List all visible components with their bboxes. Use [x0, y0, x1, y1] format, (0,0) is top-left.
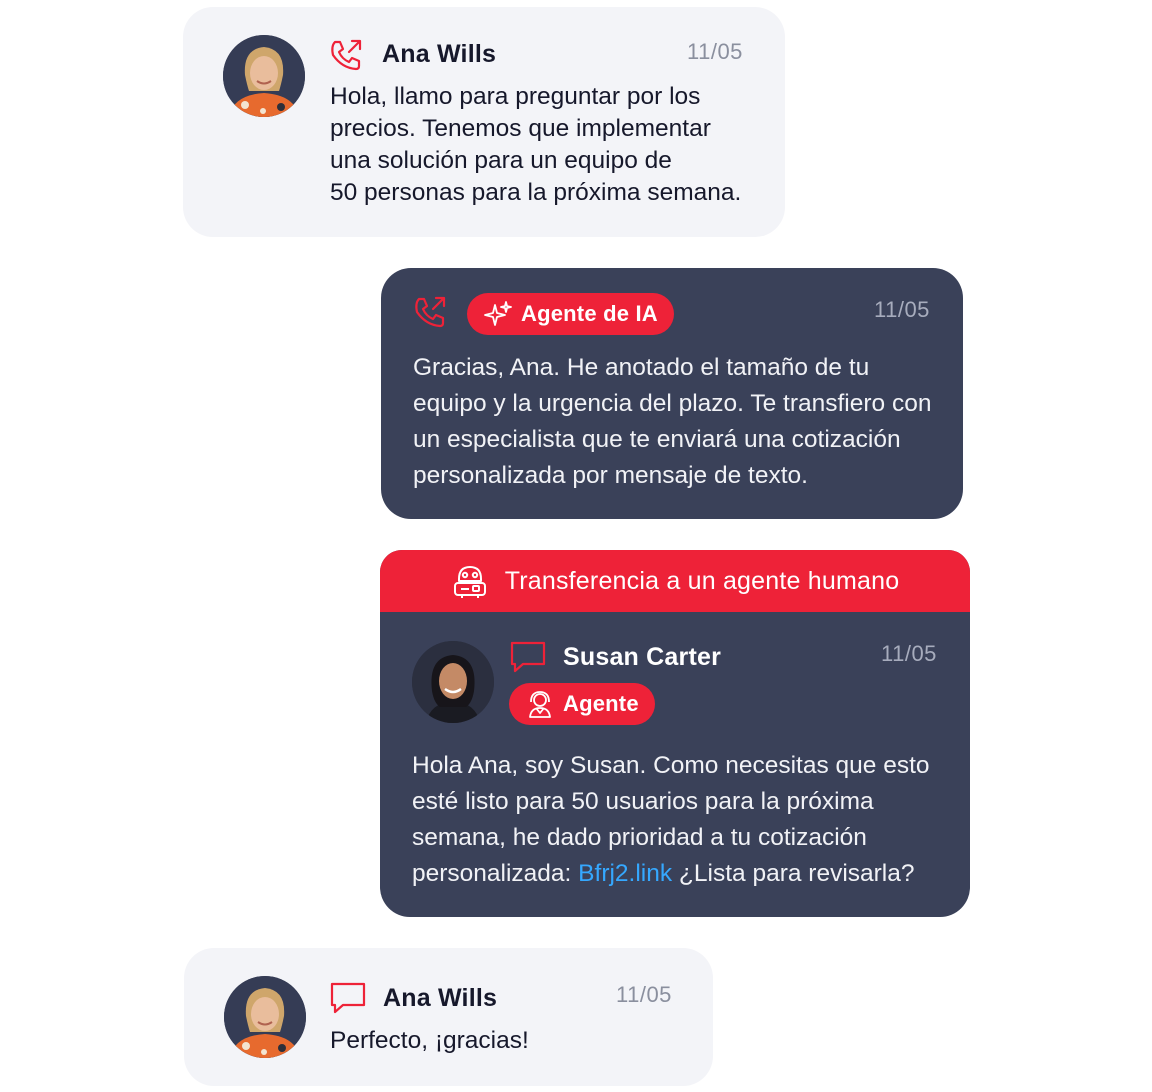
- chat-bubble-icon: [329, 981, 367, 1020]
- transfer-banner-label: Transferencia a un agente humano: [504, 566, 900, 595]
- message-text: Hola, llamo para preguntar por los preci…: [330, 83, 742, 206]
- message-date: 11/05: [881, 641, 937, 666]
- transfer-banner: Transferencia a un agente humano: [380, 550, 970, 612]
- chat-bubble-icon: [509, 640, 547, 679]
- agent-badge: Agente: [509, 683, 655, 725]
- message-date: 11/05: [616, 982, 672, 1007]
- message-text: Hola Ana, soy Susan. Como necesitas que …: [412, 752, 930, 887]
- sender-name: Ana Wills: [382, 40, 497, 68]
- message-card-human-agent: Transferencia a un agente humano Susan C…: [380, 550, 970, 917]
- message-card-ana-chat: Ana Wills 11/05 Perfecto, ¡gracias!: [184, 948, 713, 1086]
- sender-name: Ana Wills: [383, 984, 498, 1012]
- ai-agent-badge: Agente de IA: [467, 293, 674, 335]
- message-card-ai-agent: Agente de IA 11/05 Gracias, Ana. He anot…: [381, 268, 963, 519]
- message-date: 11/05: [687, 39, 743, 64]
- message-text: Perfecto, ¡gracias!: [330, 1027, 529, 1054]
- ai-agent-badge-label: Agente de IA: [521, 301, 658, 326]
- phone-call-icon: [328, 37, 364, 78]
- agent-badge-label: Agente: [563, 691, 639, 716]
- avatar-susan: [412, 641, 494, 723]
- phone-call-icon: [412, 294, 448, 335]
- message-card-ana-call: Ana Wills 11/05 Hola, llamo para pregunt…: [183, 7, 785, 237]
- avatar-ana: [223, 35, 305, 117]
- message-date: 11/05: [874, 297, 930, 322]
- agent-headset-icon: [525, 689, 555, 719]
- sparkle-icon: [483, 299, 513, 329]
- quote-link[interactable]: Bfrj2.link: [578, 860, 672, 887]
- message-text: Gracias, Ana. He anotado el tamaño de tu…: [413, 354, 932, 489]
- sender-name: Susan Carter: [563, 643, 722, 671]
- avatar-ana: [224, 976, 306, 1058]
- robot-icon: [451, 562, 489, 600]
